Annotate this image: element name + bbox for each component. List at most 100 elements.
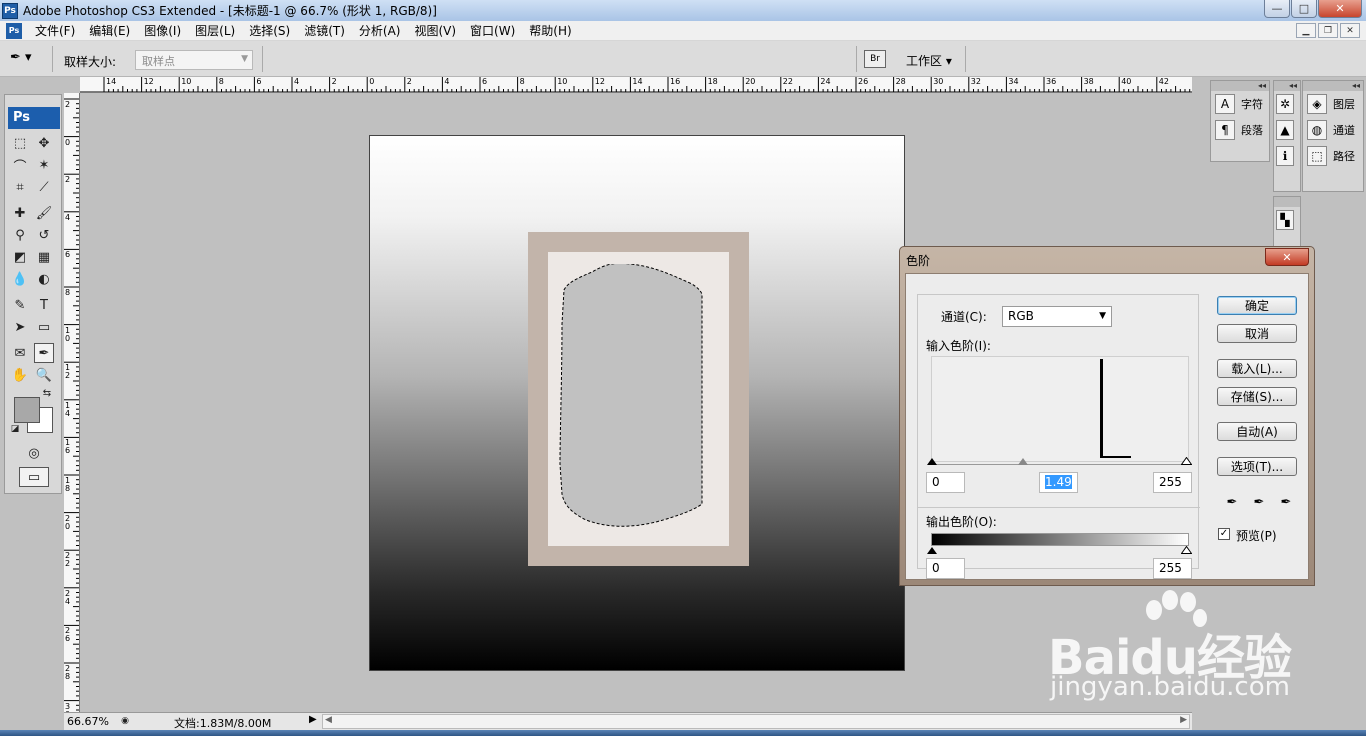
eyedropper-tool-icon[interactable]: ✒ xyxy=(34,343,54,363)
character-panel-button[interactable]: A 字符 xyxy=(1211,91,1269,117)
status-info-icon[interactable]: ◉ xyxy=(118,713,132,729)
path-selection-tool-icon[interactable]: ➤ xyxy=(10,317,30,337)
zoom-tool-icon[interactable]: 🔍 xyxy=(34,365,54,385)
brush-tool-icon[interactable]: 🖌 xyxy=(34,203,54,223)
pen-tool-icon[interactable]: ✎ xyxy=(10,295,30,315)
magic-wand-tool-icon[interactable]: ✶ xyxy=(34,155,54,175)
eyedropper-preset-icon[interactable]: ✒ ▾ xyxy=(10,50,38,68)
ruler-label: 12 xyxy=(143,77,154,86)
input-gamma-slider[interactable] xyxy=(1018,458,1028,465)
status-menu-arrow-icon[interactable]: ▶ xyxy=(309,714,317,725)
hand-tool-icon[interactable]: ✋ xyxy=(10,365,30,385)
swap-colors-icon[interactable]: ⇆ xyxy=(41,387,53,399)
close-button[interactable]: ✕ xyxy=(1318,0,1362,18)
bridge-icon[interactable]: Br xyxy=(864,50,886,68)
workspace-menu[interactable]: 工作区 ▾ xyxy=(906,52,952,69)
save-button[interactable]: 存储(S)... xyxy=(1217,387,1297,406)
sample-size-select[interactable]: 取样点 ▼ xyxy=(135,50,253,70)
layers-panel-button[interactable]: ◈ 图层 xyxy=(1303,91,1363,117)
menu-image[interactable]: 图像(I) xyxy=(137,22,188,39)
move-tool-icon[interactable]: ✥ xyxy=(34,133,54,153)
ruler-label: 0 xyxy=(65,137,71,147)
options-divider xyxy=(52,46,53,72)
doc-minimize-icon[interactable]: ▁ xyxy=(1296,23,1316,38)
menu-layer[interactable]: 图层(L) xyxy=(188,22,242,39)
channels-panel-button[interactable]: ◍ 通道 xyxy=(1303,117,1363,143)
notes-tool-icon[interactable]: ✉ xyxy=(10,343,30,363)
zoom-level[interactable]: 66.67% xyxy=(67,715,109,728)
output-white-field[interactable]: 255 xyxy=(1153,558,1192,579)
menu-edit[interactable]: 编辑(E) xyxy=(82,22,137,39)
load-button[interactable]: 载入(L)... xyxy=(1217,359,1297,378)
info-panel-button[interactable]: ℹ xyxy=(1274,143,1300,169)
crop-tool-icon[interactable]: ⌗ xyxy=(10,177,30,197)
foreground-color-swatch-front[interactable] xyxy=(14,397,40,423)
maximize-button[interactable]: □ xyxy=(1291,0,1317,18)
histogram-panel-button[interactable]: ▲ xyxy=(1274,117,1300,143)
gradient-tool-icon[interactable]: ▦ xyxy=(34,247,54,267)
healing-brush-tool-icon[interactable]: ✚ xyxy=(10,203,30,223)
ps-logo[interactable]: Ps xyxy=(8,107,60,129)
dialog-close-button[interactable]: ✕ xyxy=(1265,248,1309,266)
dodge-tool-icon[interactable]: ◐ xyxy=(34,269,54,289)
blur-tool-icon[interactable]: 💧 xyxy=(10,269,30,289)
collapse-icon[interactable]: ◂◂ xyxy=(1274,81,1300,91)
input-black-slider[interactable] xyxy=(927,458,937,465)
default-colors-icon[interactable]: ◪ xyxy=(9,423,21,435)
channel-select[interactable]: RGB ▼ xyxy=(1002,306,1112,327)
selection-marquee[interactable] xyxy=(558,264,718,534)
collapse-icon[interactable]: ◂◂ xyxy=(1303,81,1363,91)
history-brush-tool-icon[interactable]: ↺ xyxy=(34,225,54,245)
eraser-tool-icon[interactable]: ◩ xyxy=(10,247,30,267)
menu-analysis[interactable]: 分析(A) xyxy=(352,22,408,39)
ruler-label: 8 xyxy=(65,288,71,297)
black-eyedropper-icon[interactable]: ✒ xyxy=(1224,494,1240,510)
lasso-tool-icon[interactable]: ⌒ xyxy=(10,155,30,175)
doc-close-icon[interactable]: ✕ xyxy=(1340,23,1360,38)
ps-menu-icon[interactable]: Ps xyxy=(6,22,22,39)
clone-stamp-tool-icon[interactable]: ⚲ xyxy=(10,225,30,245)
ruler-label: 8 xyxy=(218,77,224,86)
input-black-field[interactable]: 0 xyxy=(926,472,965,493)
dock-column-layers: ◂◂ ◈ 图层 ◍ 通道 ⬚ 路径 xyxy=(1302,80,1364,192)
input-white-field[interactable]: 255 xyxy=(1153,472,1192,493)
input-slider-track[interactable] xyxy=(931,464,1189,465)
output-black-field[interactable]: 0 xyxy=(926,558,965,579)
gray-eyedropper-icon[interactable]: ✒ xyxy=(1251,494,1267,510)
photoshop-app-icon[interactable]: Ps xyxy=(2,2,18,19)
menu-file[interactable]: 文件(F) xyxy=(28,22,82,39)
menu-filter[interactable]: 滤镜(T) xyxy=(297,22,352,39)
doc-restore-icon[interactable]: ❐ xyxy=(1318,23,1338,38)
scroll-right-icon[interactable]: ▶ xyxy=(1180,715,1187,725)
shape-tool-icon[interactable]: ▭ xyxy=(34,317,54,337)
preview-checkbox[interactable]: ✓ xyxy=(1218,528,1230,540)
white-eyedropper-icon[interactable]: ✒ xyxy=(1278,494,1294,510)
output-black-slider[interactable] xyxy=(927,547,937,554)
collapse-icon[interactable]: ◂◂ xyxy=(1211,81,1269,91)
paragraph-panel-button[interactable]: ¶ 段落 xyxy=(1211,117,1269,143)
ok-button[interactable]: 确定 xyxy=(1217,296,1297,315)
input-gamma-field[interactable]: 1.49 xyxy=(1039,472,1078,493)
options-button[interactable]: 选项(T)... xyxy=(1217,457,1297,476)
menu-window[interactable]: 窗口(W) xyxy=(463,22,522,39)
marquee-tool-icon[interactable]: ⬚ xyxy=(10,133,30,153)
navigator-panel-button[interactable]: ✲ xyxy=(1274,91,1300,117)
type-tool-icon[interactable]: T xyxy=(34,295,54,315)
document-canvas[interactable] xyxy=(369,135,905,671)
minimize-button[interactable]: — xyxy=(1264,0,1290,18)
cancel-button[interactable]: 取消 xyxy=(1217,324,1297,343)
screen-mode-icon[interactable]: ▭ xyxy=(19,467,49,487)
swatches-panel-button[interactable]: ▚ xyxy=(1274,207,1300,233)
paths-panel-button[interactable]: ⬚ 路径 xyxy=(1303,143,1363,169)
quick-mask-icon[interactable]: ◎ xyxy=(23,443,45,463)
menu-help[interactable]: 帮助(H) xyxy=(522,22,578,39)
input-white-slider[interactable] xyxy=(1181,457,1192,465)
auto-button[interactable]: 自动(A) xyxy=(1217,422,1297,441)
scroll-left-icon[interactable]: ◀ xyxy=(325,715,332,725)
collapse-icon[interactable] xyxy=(1274,197,1300,207)
horizontal-scrollbar[interactable]: ◀ ▶ xyxy=(322,714,1190,729)
menu-view[interactable]: 视图(V) xyxy=(407,22,463,39)
slice-tool-icon[interactable]: ⟋ xyxy=(34,177,54,197)
output-white-slider[interactable] xyxy=(1181,546,1192,554)
menu-select[interactable]: 选择(S) xyxy=(242,22,297,39)
